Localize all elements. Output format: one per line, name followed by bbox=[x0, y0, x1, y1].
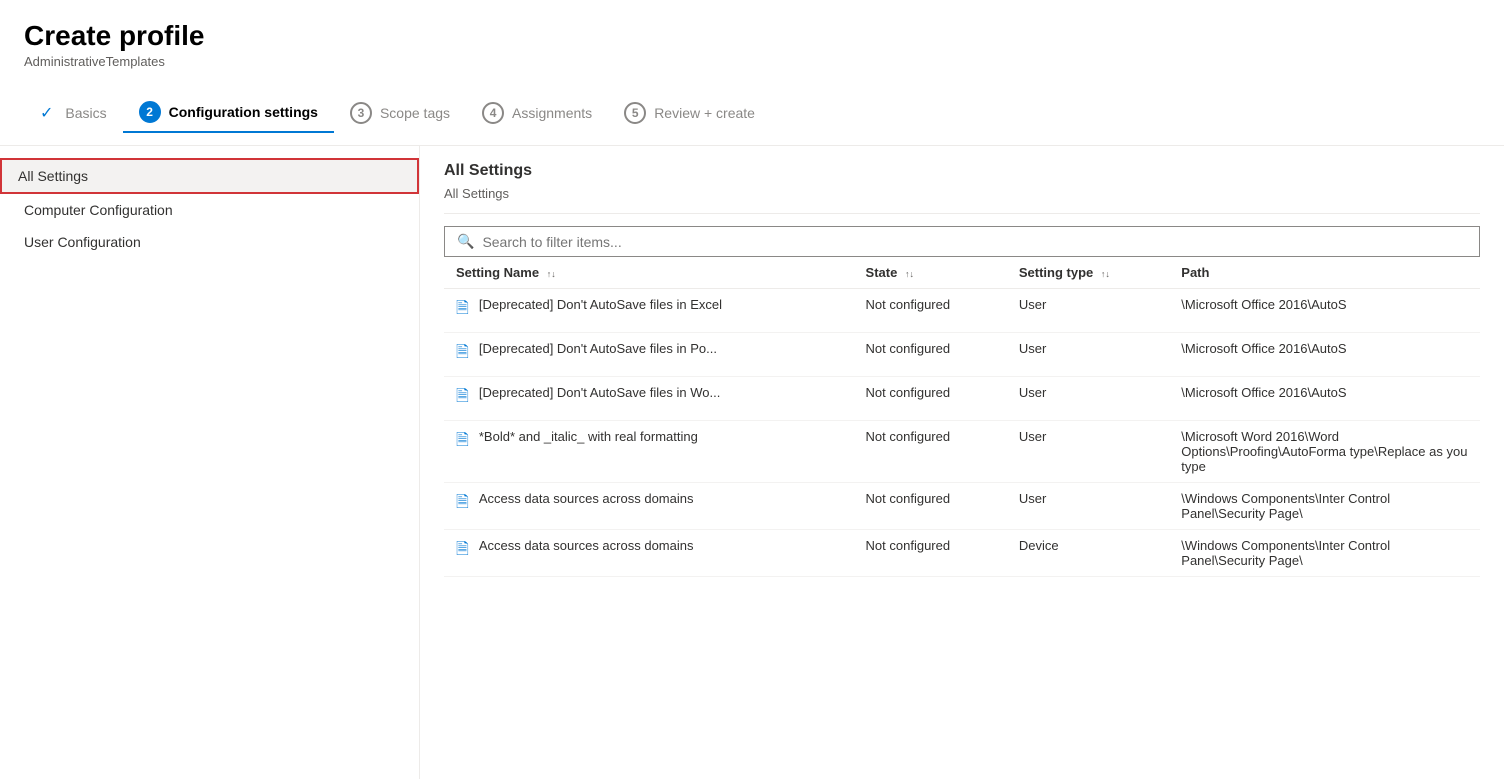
sort-setting-type-icon: ↑↓ bbox=[1101, 269, 1110, 279]
cell-setting-name: 🗎*Bold* and _italic_ with real formattin… bbox=[444, 421, 854, 483]
col-path[interactable]: Path bbox=[1169, 257, 1480, 289]
cell-setting-type: User bbox=[1007, 483, 1169, 530]
cell-setting-type: User bbox=[1007, 289, 1169, 333]
cell-state: Not configured bbox=[854, 530, 1007, 577]
step-configuration[interactable]: 2 Configuration settings bbox=[123, 93, 334, 133]
wizard-steps: ✓ Basics 2 Configuration settings 3 Scop… bbox=[0, 81, 1504, 146]
step-scope[interactable]: 3 Scope tags bbox=[334, 94, 466, 132]
col-state[interactable]: State ↑↓ bbox=[854, 257, 1007, 289]
cell-path: \Microsoft Office 2016\AutoS bbox=[1169, 289, 1480, 333]
row-icon: 🗎 bbox=[456, 491, 469, 518]
cell-setting-name: 🗎[Deprecated] Don't AutoSave files in Wo… bbox=[444, 377, 854, 421]
cell-state: Not configured bbox=[854, 333, 1007, 377]
settings-table: Setting Name ↑↓ State ↑↓ Setting type ↑↓ bbox=[444, 257, 1480, 577]
table-row[interactable]: 🗎*Bold* and _italic_ with real formattin… bbox=[444, 421, 1480, 483]
row-icon: 🗎 bbox=[456, 385, 469, 412]
step-basics[interactable]: ✓ Basics bbox=[24, 95, 123, 131]
cell-path: \Microsoft Office 2016\AutoS bbox=[1169, 333, 1480, 377]
table-row[interactable]: 🗎Access data sources across domainsNot c… bbox=[444, 483, 1480, 530]
content-area: All Settings Computer Configuration User… bbox=[0, 146, 1504, 779]
sidebar-item-user-config[interactable]: User Configuration bbox=[0, 226, 419, 258]
cell-state: Not configured bbox=[854, 421, 1007, 483]
page-subtitle: AdministrativeTemplates bbox=[24, 54, 1480, 69]
table-row[interactable]: 🗎Access data sources across domainsNot c… bbox=[444, 530, 1480, 577]
step-assignments-label: Assignments bbox=[512, 105, 592, 121]
row-icon: 🗎 bbox=[456, 341, 469, 368]
search-icon: 🔍 bbox=[457, 233, 474, 250]
step-5-circle: 5 bbox=[624, 102, 646, 124]
cell-setting-type: Device bbox=[1007, 530, 1169, 577]
step-configuration-label: Configuration settings bbox=[169, 104, 318, 120]
step-2-circle: 2 bbox=[139, 101, 161, 123]
cell-setting-type: User bbox=[1007, 333, 1169, 377]
cell-path: \Windows Components\Inter Control Panel\… bbox=[1169, 530, 1480, 577]
step-basics-label: Basics bbox=[65, 105, 106, 121]
cell-state: Not configured bbox=[854, 289, 1007, 333]
cell-path: \Windows Components\Inter Control Panel\… bbox=[1169, 483, 1480, 530]
step-3-circle: 3 bbox=[350, 102, 372, 124]
search-input[interactable] bbox=[482, 234, 1467, 250]
sidebar: All Settings Computer Configuration User… bbox=[0, 146, 420, 779]
table-header-row: Setting Name ↑↓ State ↑↓ Setting type ↑↓ bbox=[444, 257, 1480, 289]
main-section-title: All Settings bbox=[444, 162, 1480, 180]
cell-setting-name: 🗎[Deprecated] Don't AutoSave files in Po… bbox=[444, 333, 854, 377]
cell-setting-name: 🗎[Deprecated] Don't AutoSave files in Ex… bbox=[444, 289, 854, 333]
cell-setting-type: User bbox=[1007, 421, 1169, 483]
table-container: Setting Name ↑↓ State ↑↓ Setting type ↑↓ bbox=[444, 257, 1480, 763]
row-icon: 🗎 bbox=[456, 429, 469, 456]
cell-setting-type: User bbox=[1007, 377, 1169, 421]
table-row[interactable]: 🗎[Deprecated] Don't AutoSave files in Ex… bbox=[444, 289, 1480, 333]
step-assignments[interactable]: 4 Assignments bbox=[466, 94, 608, 132]
sidebar-item-computer-config[interactable]: Computer Configuration bbox=[0, 194, 419, 226]
main-content: All Settings All Settings 🔍 Setting Name… bbox=[420, 146, 1504, 779]
step-scope-label: Scope tags bbox=[380, 105, 450, 121]
row-icon: 🗎 bbox=[456, 538, 469, 565]
search-bar: 🔍 bbox=[444, 226, 1480, 257]
step-review[interactable]: 5 Review + create bbox=[608, 94, 771, 132]
col-setting-name[interactable]: Setting Name ↑↓ bbox=[444, 257, 854, 289]
sort-setting-name-icon: ↑↓ bbox=[547, 269, 556, 279]
cell-setting-name: 🗎Access data sources across domains bbox=[444, 483, 854, 530]
sidebar-item-all-settings[interactable]: All Settings bbox=[0, 158, 419, 194]
breadcrumb: All Settings bbox=[444, 186, 1480, 214]
page-title: Create profile bbox=[24, 20, 1480, 52]
step-review-label: Review + create bbox=[654, 105, 755, 121]
table-row[interactable]: 🗎[Deprecated] Don't AutoSave files in Wo… bbox=[444, 377, 1480, 421]
cell-path: \Microsoft Office 2016\AutoS bbox=[1169, 377, 1480, 421]
col-setting-type[interactable]: Setting type ↑↓ bbox=[1007, 257, 1169, 289]
row-icon: 🗎 bbox=[456, 297, 469, 324]
cell-state: Not configured bbox=[854, 377, 1007, 421]
check-icon: ✓ bbox=[40, 103, 53, 123]
cell-state: Not configured bbox=[854, 483, 1007, 530]
cell-setting-name: 🗎Access data sources across domains bbox=[444, 530, 854, 577]
sort-state-icon: ↑↓ bbox=[905, 269, 914, 279]
step-4-circle: 4 bbox=[482, 102, 504, 124]
cell-path: \Microsoft Word 2016\Word Options\Proofi… bbox=[1169, 421, 1480, 483]
table-wrapper: Setting Name ↑↓ State ↑↓ Setting type ↑↓ bbox=[444, 257, 1480, 763]
page-header: Create profile AdministrativeTemplates bbox=[0, 0, 1504, 81]
table-row[interactable]: 🗎[Deprecated] Don't AutoSave files in Po… bbox=[444, 333, 1480, 377]
